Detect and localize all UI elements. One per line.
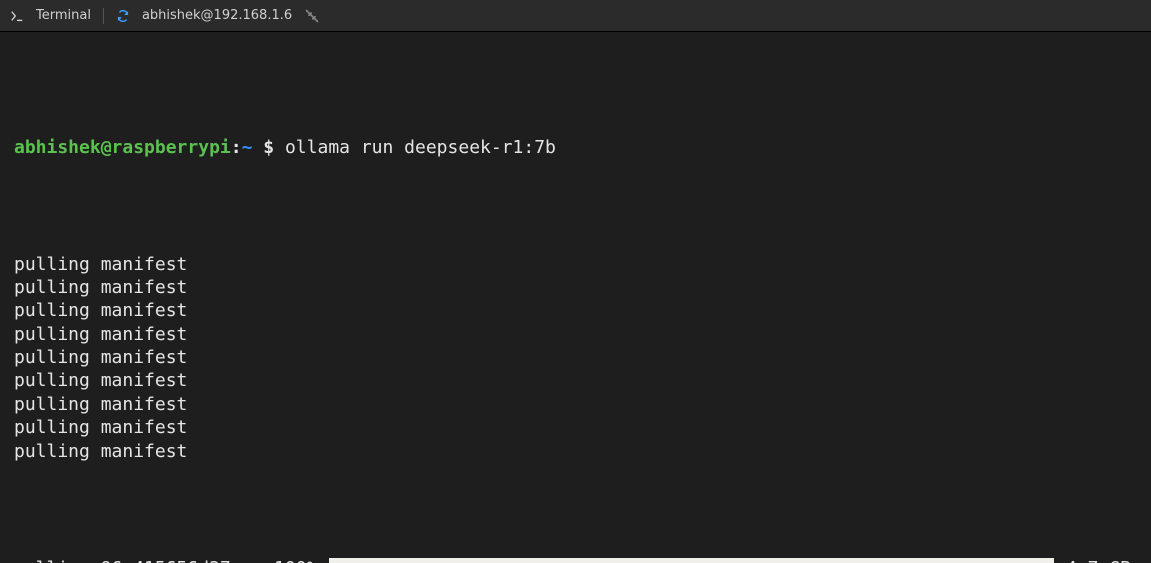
link-broken-icon — [304, 8, 320, 24]
prompt-colon: : — [231, 137, 242, 158]
prompt-path: ~ — [242, 137, 253, 158]
download-label: pulling 96c415656d37... 100% — [14, 557, 317, 563]
manifest-line: pulling manifest — [14, 440, 1137, 463]
manifest-line: pulling manifest — [14, 369, 1137, 392]
prompt-line: abhishek@raspberrypi:~ $ ollama run deep… — [14, 136, 1137, 159]
sync-icon — [116, 9, 130, 23]
titlebar-connection: abhishek@192.168.1.6 — [142, 8, 292, 23]
manifest-line: pulling manifest — [14, 299, 1137, 322]
manifest-line: pulling manifest — [14, 346, 1137, 369]
terminal-icon — [10, 9, 24, 23]
download-size: 4.7 GB — [1066, 557, 1137, 563]
titlebar-label: Terminal — [36, 8, 91, 23]
progress-bar — [329, 558, 1054, 563]
prompt-symbol: $ — [263, 137, 274, 158]
manifest-line: pulling manifest — [14, 416, 1137, 439]
command-text: ollama run deepseek-r1:7b — [285, 137, 556, 158]
manifest-line: pulling manifest — [14, 323, 1137, 346]
manifest-line: pulling manifest — [14, 393, 1137, 416]
prompt-userhost: abhishek@raspberrypi — [14, 137, 231, 158]
manifest-line: pulling manifest — [14, 276, 1137, 299]
terminal-output[interactable]: abhishek@raspberrypi:~ $ ollama run deep… — [0, 32, 1151, 563]
download-row: pulling 96c415656d37... 100% 4.7 GB — [14, 557, 1137, 563]
titlebar-separator — [103, 8, 104, 24]
titlebar: Terminal abhishek@192.168.1.6 — [0, 0, 1151, 32]
manifest-line: pulling manifest — [14, 253, 1137, 276]
